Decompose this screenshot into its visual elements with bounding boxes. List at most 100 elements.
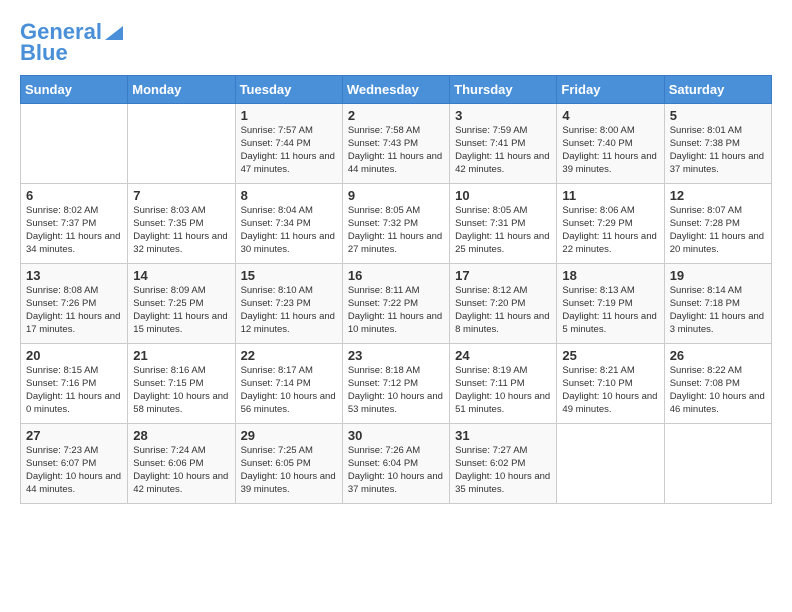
day-cell: 7Sunrise: 8:03 AM Sunset: 7:35 PM Daylig… <box>128 184 235 264</box>
day-cell: 18 Sunrise: 8:13 AM Sunset: 7:19 PM Dayli… <box>557 264 664 344</box>
day-cell: 13Sunrise: 8:08 AM Sunset: 7:26 PM Dayli… <box>21 264 128 344</box>
day-cell: 27 Sunrise: 7:23 AM Sunset: 6:07 PM Dayli… <box>21 424 128 504</box>
day-info: Sunrise: 8:10 AM Sunset: 7:23 PM Dayligh… <box>241 285 337 336</box>
day-cell: 20 Sunrise: 8:15 AM Sunset: 7:16 PM Dayli… <box>21 344 128 424</box>
day-cell: 23 Sunrise: 8:18 AM Sunset: 7:12 PM Dayli… <box>342 344 449 424</box>
day-cell: 19 Sunrise: 8:14 AM Sunset: 7:18 PM Dayli… <box>664 264 771 344</box>
calendar-header: SundayMondayTuesdayWednesdayThursdayFrid… <box>21 76 772 104</box>
day-cell: 9Sunrise: 8:05 AM Sunset: 7:32 PM Daylig… <box>342 184 449 264</box>
day-info: Sunrise: 8:04 AM Sunset: 7:34 PM Dayligh… <box>241 205 337 256</box>
day-cell: 3 Sunrise: 7:59 AM Sunset: 7:41 PM Daylig… <box>450 104 557 184</box>
day-cell <box>128 104 235 184</box>
day-info: Sunrise: 8:17 AM Sunset: 7:14 PM Dayligh… <box>241 365 337 416</box>
day-number: 7 <box>133 188 229 203</box>
header-cell-wednesday: Wednesday <box>342 76 449 104</box>
day-cell: 28 Sunrise: 7:24 AM Sunset: 6:06 PM Dayli… <box>128 424 235 504</box>
day-cell: 1 Sunrise: 7:57 AM Sunset: 7:44 PM Daylig… <box>235 104 342 184</box>
day-number: 3 <box>455 108 551 123</box>
day-number: 21 <box>133 348 229 363</box>
day-number: 1 <box>241 108 337 123</box>
day-info: Sunrise: 8:07 AM Sunset: 7:28 PM Dayligh… <box>670 205 766 256</box>
day-number: 24 <box>455 348 551 363</box>
calendar-body: 1 Sunrise: 7:57 AM Sunset: 7:44 PM Daylig… <box>21 104 772 504</box>
day-cell: 29Sunrise: 7:25 AM Sunset: 6:05 PM Dayli… <box>235 424 342 504</box>
header-cell-thursday: Thursday <box>450 76 557 104</box>
header-cell-saturday: Saturday <box>664 76 771 104</box>
week-row: 20 Sunrise: 8:15 AM Sunset: 7:16 PM Dayli… <box>21 344 772 424</box>
week-row: 6 Sunrise: 8:02 AM Sunset: 7:37 PM Daylig… <box>21 184 772 264</box>
day-info: Sunrise: 8:00 AM Sunset: 7:40 PM Dayligh… <box>562 125 658 176</box>
day-number: 17 <box>455 268 551 283</box>
day-cell: 21 Sunrise: 8:16 AM Sunset: 7:15 PM Dayli… <box>128 344 235 424</box>
day-number: 5 <box>670 108 766 123</box>
day-cell: 14Sunrise: 8:09 AM Sunset: 7:25 PM Dayli… <box>128 264 235 344</box>
day-info: Sunrise: 8:02 AM Sunset: 7:37 PM Dayligh… <box>26 205 122 256</box>
day-info: Sunrise: 7:58 AM Sunset: 7:43 PM Dayligh… <box>348 125 444 176</box>
day-info: Sunrise: 7:24 AM Sunset: 6:06 PM Dayligh… <box>133 445 229 496</box>
day-number: 10 <box>455 188 551 203</box>
week-row: 27 Sunrise: 7:23 AM Sunset: 6:07 PM Dayli… <box>21 424 772 504</box>
day-info: Sunrise: 8:08 AM Sunset: 7:26 PM Dayligh… <box>26 285 122 336</box>
day-cell: 5 Sunrise: 8:01 AM Sunset: 7:38 PM Daylig… <box>664 104 771 184</box>
day-number: 27 <box>26 428 122 443</box>
week-row: 13Sunrise: 8:08 AM Sunset: 7:26 PM Dayli… <box>21 264 772 344</box>
day-number: 15 <box>241 268 337 283</box>
day-cell: 17 Sunrise: 8:12 AM Sunset: 7:20 PM Dayli… <box>450 264 557 344</box>
day-cell: 26Sunrise: 8:22 AM Sunset: 7:08 PM Dayli… <box>664 344 771 424</box>
day-cell: 4 Sunrise: 8:00 AM Sunset: 7:40 PM Daylig… <box>557 104 664 184</box>
day-info: Sunrise: 8:19 AM Sunset: 7:11 PM Dayligh… <box>455 365 551 416</box>
day-cell <box>664 424 771 504</box>
day-number: 9 <box>348 188 444 203</box>
header-cell-sunday: Sunday <box>21 76 128 104</box>
day-info: Sunrise: 8:16 AM Sunset: 7:15 PM Dayligh… <box>133 365 229 416</box>
day-number: 19 <box>670 268 766 283</box>
logo-icon <box>105 22 123 40</box>
day-number: 30 <box>348 428 444 443</box>
calendar-table: SundayMondayTuesdayWednesdayThursdayFrid… <box>20 75 772 504</box>
day-info: Sunrise: 7:27 AM Sunset: 6:02 PM Dayligh… <box>455 445 551 496</box>
week-row: 1 Sunrise: 7:57 AM Sunset: 7:44 PM Daylig… <box>21 104 772 184</box>
day-info: Sunrise: 8:14 AM Sunset: 7:18 PM Dayligh… <box>670 285 766 336</box>
day-info: Sunrise: 8:11 AM Sunset: 7:22 PM Dayligh… <box>348 285 444 336</box>
header-cell-friday: Friday <box>557 76 664 104</box>
day-number: 28 <box>133 428 229 443</box>
day-number: 4 <box>562 108 658 123</box>
day-number: 31 <box>455 428 551 443</box>
day-info: Sunrise: 8:09 AM Sunset: 7:25 PM Dayligh… <box>133 285 229 336</box>
day-number: 20 <box>26 348 122 363</box>
day-cell <box>557 424 664 504</box>
day-info: Sunrise: 7:25 AM Sunset: 6:05 PM Dayligh… <box>241 445 337 496</box>
day-info: Sunrise: 8:13 AM Sunset: 7:19 PM Dayligh… <box>562 285 658 336</box>
day-number: 25 <box>562 348 658 363</box>
day-info: Sunrise: 8:18 AM Sunset: 7:12 PM Dayligh… <box>348 365 444 416</box>
day-info: Sunrise: 8:22 AM Sunset: 7:08 PM Dayligh… <box>670 365 766 416</box>
day-cell: 8 Sunrise: 8:04 AM Sunset: 7:34 PM Daylig… <box>235 184 342 264</box>
day-info: Sunrise: 8:05 AM Sunset: 7:31 PM Dayligh… <box>455 205 551 256</box>
day-info: Sunrise: 7:23 AM Sunset: 6:07 PM Dayligh… <box>26 445 122 496</box>
day-info: Sunrise: 7:59 AM Sunset: 7:41 PM Dayligh… <box>455 125 551 176</box>
day-number: 11 <box>562 188 658 203</box>
day-cell: 11 Sunrise: 8:06 AM Sunset: 7:29 PM Dayli… <box>557 184 664 264</box>
day-cell: 16 Sunrise: 8:11 AM Sunset: 7:22 PM Dayli… <box>342 264 449 344</box>
logo: General Blue <box>20 20 123 65</box>
day-number: 16 <box>348 268 444 283</box>
header: General Blue <box>20 20 772 65</box>
day-info: Sunrise: 8:06 AM Sunset: 7:29 PM Dayligh… <box>562 205 658 256</box>
day-number: 23 <box>348 348 444 363</box>
day-cell: 31 Sunrise: 7:27 AM Sunset: 6:02 PM Dayli… <box>450 424 557 504</box>
day-number: 18 <box>562 268 658 283</box>
header-cell-tuesday: Tuesday <box>235 76 342 104</box>
header-cell-monday: Monday <box>128 76 235 104</box>
day-number: 8 <box>241 188 337 203</box>
day-cell: 22 Sunrise: 8:17 AM Sunset: 7:14 PM Dayli… <box>235 344 342 424</box>
day-info: Sunrise: 8:12 AM Sunset: 7:20 PM Dayligh… <box>455 285 551 336</box>
day-cell <box>21 104 128 184</box>
day-info: Sunrise: 8:01 AM Sunset: 7:38 PM Dayligh… <box>670 125 766 176</box>
day-number: 6 <box>26 188 122 203</box>
day-cell: 15 Sunrise: 8:10 AM Sunset: 7:23 PM Dayli… <box>235 264 342 344</box>
day-number: 22 <box>241 348 337 363</box>
day-cell: 25Sunrise: 8:21 AM Sunset: 7:10 PM Dayli… <box>557 344 664 424</box>
day-number: 2 <box>348 108 444 123</box>
day-info: Sunrise: 7:57 AM Sunset: 7:44 PM Dayligh… <box>241 125 337 176</box>
day-info: Sunrise: 8:15 AM Sunset: 7:16 PM Dayligh… <box>26 365 122 416</box>
